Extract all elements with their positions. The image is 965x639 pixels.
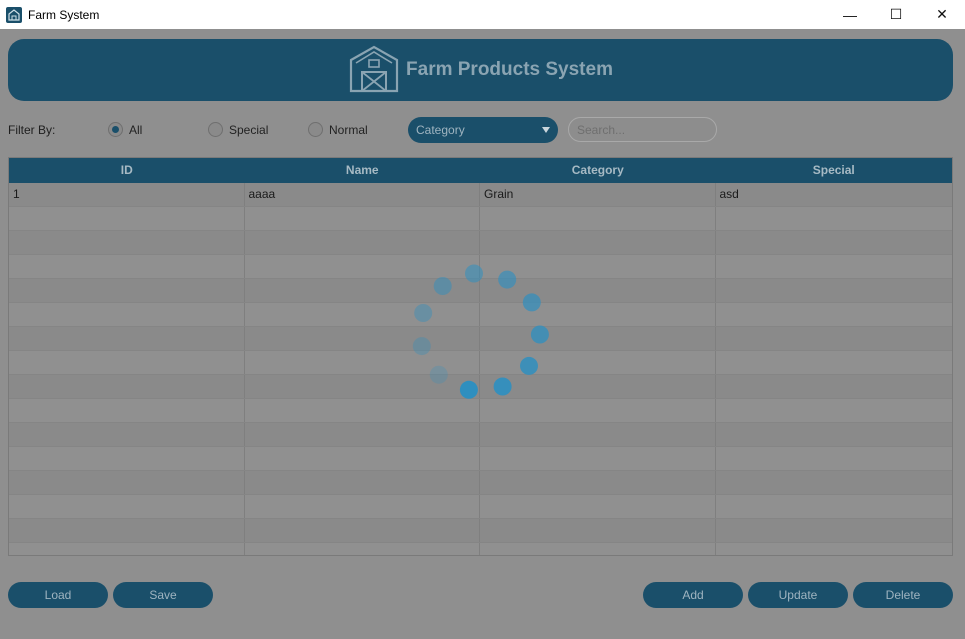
radio-unchecked-icon	[208, 122, 223, 137]
window-title: Farm System	[28, 7, 100, 22]
spinner-dot	[493, 377, 512, 396]
spinner-dot	[412, 337, 431, 356]
close-button[interactable]: ✕	[919, 0, 965, 29]
save-button[interactable]: Save	[113, 582, 213, 608]
radio-all[interactable]: All	[108, 122, 142, 137]
filter-label: Filter By:	[8, 123, 56, 137]
spinner-dot	[414, 304, 433, 322]
empty-row	[9, 231, 952, 255]
radio-special-label: Special	[229, 122, 269, 137]
table-row[interactable]: 1 aaaa Grain asd	[9, 183, 952, 207]
empty-row	[9, 495, 952, 519]
empty-row	[9, 471, 952, 495]
update-button[interactable]: Update	[748, 582, 848, 608]
chevron-down-icon	[542, 127, 550, 133]
loading-spinner-icon	[412, 264, 549, 399]
spinner-dot	[433, 277, 452, 295]
maximize-button[interactable]: ☐	[873, 0, 919, 29]
table-header: ID Name Category Special	[9, 158, 952, 183]
radio-all-label: All	[129, 122, 143, 137]
spinner-dot	[498, 270, 517, 289]
radio-checked-icon	[108, 122, 123, 137]
cell-id: 1	[9, 183, 245, 206]
empty-row	[9, 543, 952, 555]
cell-special: asd	[719, 187, 739, 201]
app-icon	[6, 6, 22, 23]
search-input[interactable]	[568, 117, 717, 142]
radio-special[interactable]: Special	[208, 122, 268, 137]
column-header-special[interactable]: Special	[716, 158, 953, 183]
minimize-icon: —	[843, 6, 857, 23]
column-header-category[interactable]: Category	[480, 158, 716, 183]
add-button[interactable]: Add	[643, 582, 743, 608]
cell-name: aaaa	[245, 183, 480, 206]
spinner-dot	[429, 365, 448, 384]
category-dropdown[interactable]: Category	[408, 117, 558, 143]
load-button[interactable]: Load	[8, 582, 108, 608]
radio-normal[interactable]: Normal	[308, 122, 368, 137]
minimize-button[interactable]: —	[827, 0, 873, 29]
filter-bar: Filter By: All Special Normal Category	[8, 117, 953, 143]
delete-button[interactable]: Delete	[853, 582, 953, 608]
spinner-dot	[465, 264, 483, 283]
close-icon: ✕	[936, 6, 948, 22]
empty-row	[9, 207, 952, 231]
column-header-id[interactable]: ID	[9, 158, 245, 183]
empty-row	[9, 423, 952, 447]
radio-normal-label: Normal	[329, 122, 368, 137]
empty-row	[9, 519, 952, 543]
page-title: Farm Products System	[406, 59, 613, 80]
category-dropdown-value: Category	[416, 123, 465, 137]
radio-unchecked-icon	[308, 122, 323, 137]
spinner-dot	[520, 356, 538, 375]
spinner-dot	[459, 380, 478, 399]
spinner-dot	[530, 325, 549, 344]
header-banner: Farm Products System	[8, 39, 953, 101]
column-header-name[interactable]: Name	[245, 158, 481, 183]
barn-icon	[348, 44, 400, 97]
cell-category: Grain	[480, 183, 716, 206]
empty-row	[9, 447, 952, 471]
spinner-dot	[522, 293, 541, 312]
window-titlebar: Farm System — ☐ ✕	[0, 0, 965, 29]
maximize-icon: ☐	[889, 6, 903, 22]
